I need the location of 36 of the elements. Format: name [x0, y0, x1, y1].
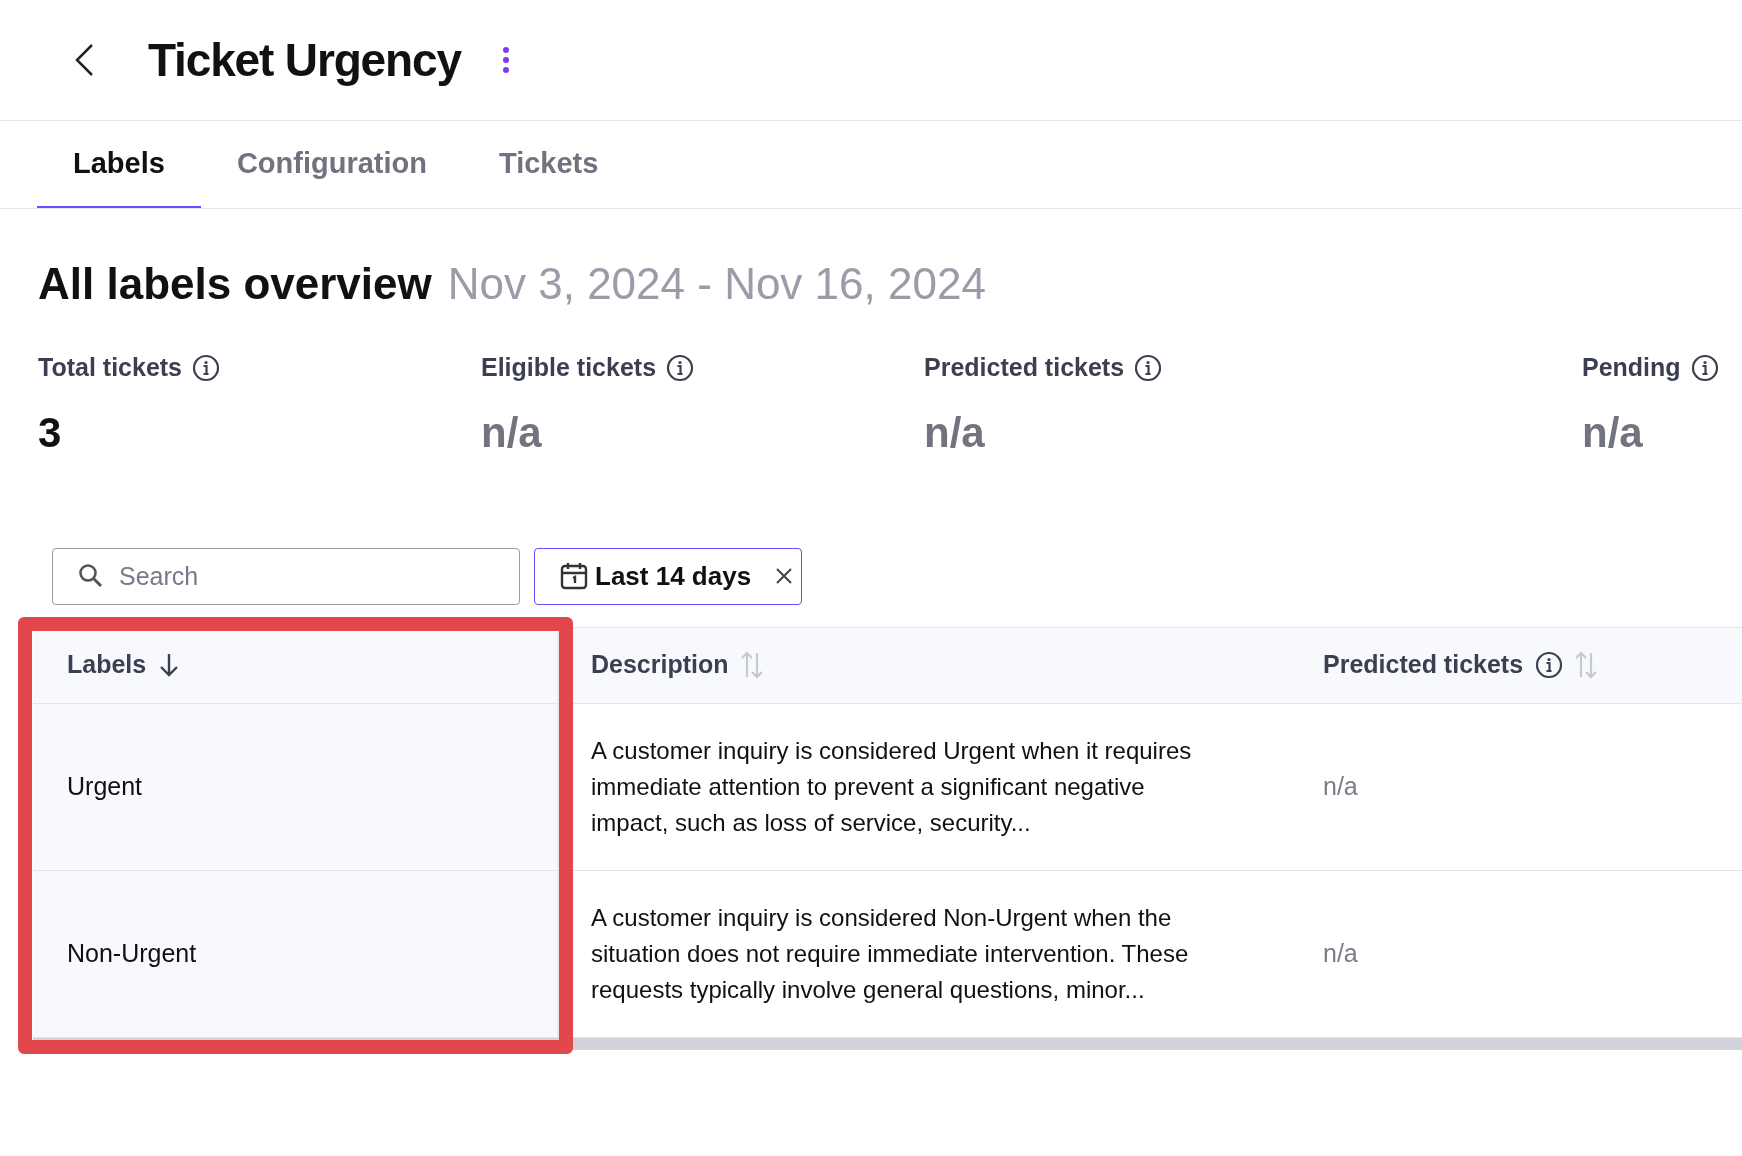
info-icon[interactable]: [1134, 353, 1163, 382]
label-cell-text: Urgent: [67, 770, 143, 802]
column-header: Labels: [67, 649, 147, 681]
stat-label: Predicted tickets: [924, 352, 1125, 383]
date-filter-label: Last 14 days: [595, 559, 752, 593]
more-options-icon[interactable]: [500, 46, 511, 74]
tab[interactable]: Tickets: [462, 121, 635, 208]
close-icon[interactable]: [775, 567, 794, 585]
tab[interactable]: Configuration: [200, 121, 463, 208]
column-header: Predicted tickets: [1323, 649, 1524, 681]
date-range: Nov 3, 2024 - Nov 16, 2024: [447, 258, 986, 310]
info-icon[interactable]: [192, 353, 221, 382]
stat-label: Eligible tickets: [481, 352, 657, 383]
section-title: All labels overview: [38, 258, 432, 310]
info-icon[interactable]: [666, 353, 695, 382]
label-cell-text: Non-Urgent: [67, 937, 197, 969]
stat-value: n/a: [1582, 407, 1644, 458]
predicted-cell-text: n/a: [1323, 937, 1358, 969]
predicted-cell-text: n/a: [1323, 770, 1358, 802]
description-cell-text: A customer inquiry is considered Non-Urgent when the situation does not require immediate intervention. These requests typically involve general questions, minor...: [591, 902, 1190, 1005]
stat-value: n/a: [924, 407, 986, 458]
stat-label: Pending: [1582, 352, 1681, 383]
calendar-icon: [559, 561, 589, 591]
stat-label: Total tickets: [38, 352, 183, 383]
date-filter-chip[interactable]: Last 14 days: [534, 547, 802, 605]
stat-value: n/a: [481, 407, 543, 458]
description-cell-text: A customer inquiry is considered Urgent when it requires immediate attention to prevent a significant negative impact, such as loss of service, security...: [591, 735, 1193, 838]
stat-value: 3: [38, 407, 63, 458]
search-icon: [78, 562, 104, 589]
info-icon[interactable]: [1535, 651, 1564, 679]
info-icon[interactable]: [1690, 353, 1719, 382]
tab[interactable]: Labels: [37, 121, 201, 208]
sort-down-icon[interactable]: [158, 652, 181, 678]
column-header: Description: [591, 649, 729, 681]
page-title: Ticket Urgency: [148, 32, 461, 88]
search-field[interactable]: Search: [52, 547, 520, 605]
